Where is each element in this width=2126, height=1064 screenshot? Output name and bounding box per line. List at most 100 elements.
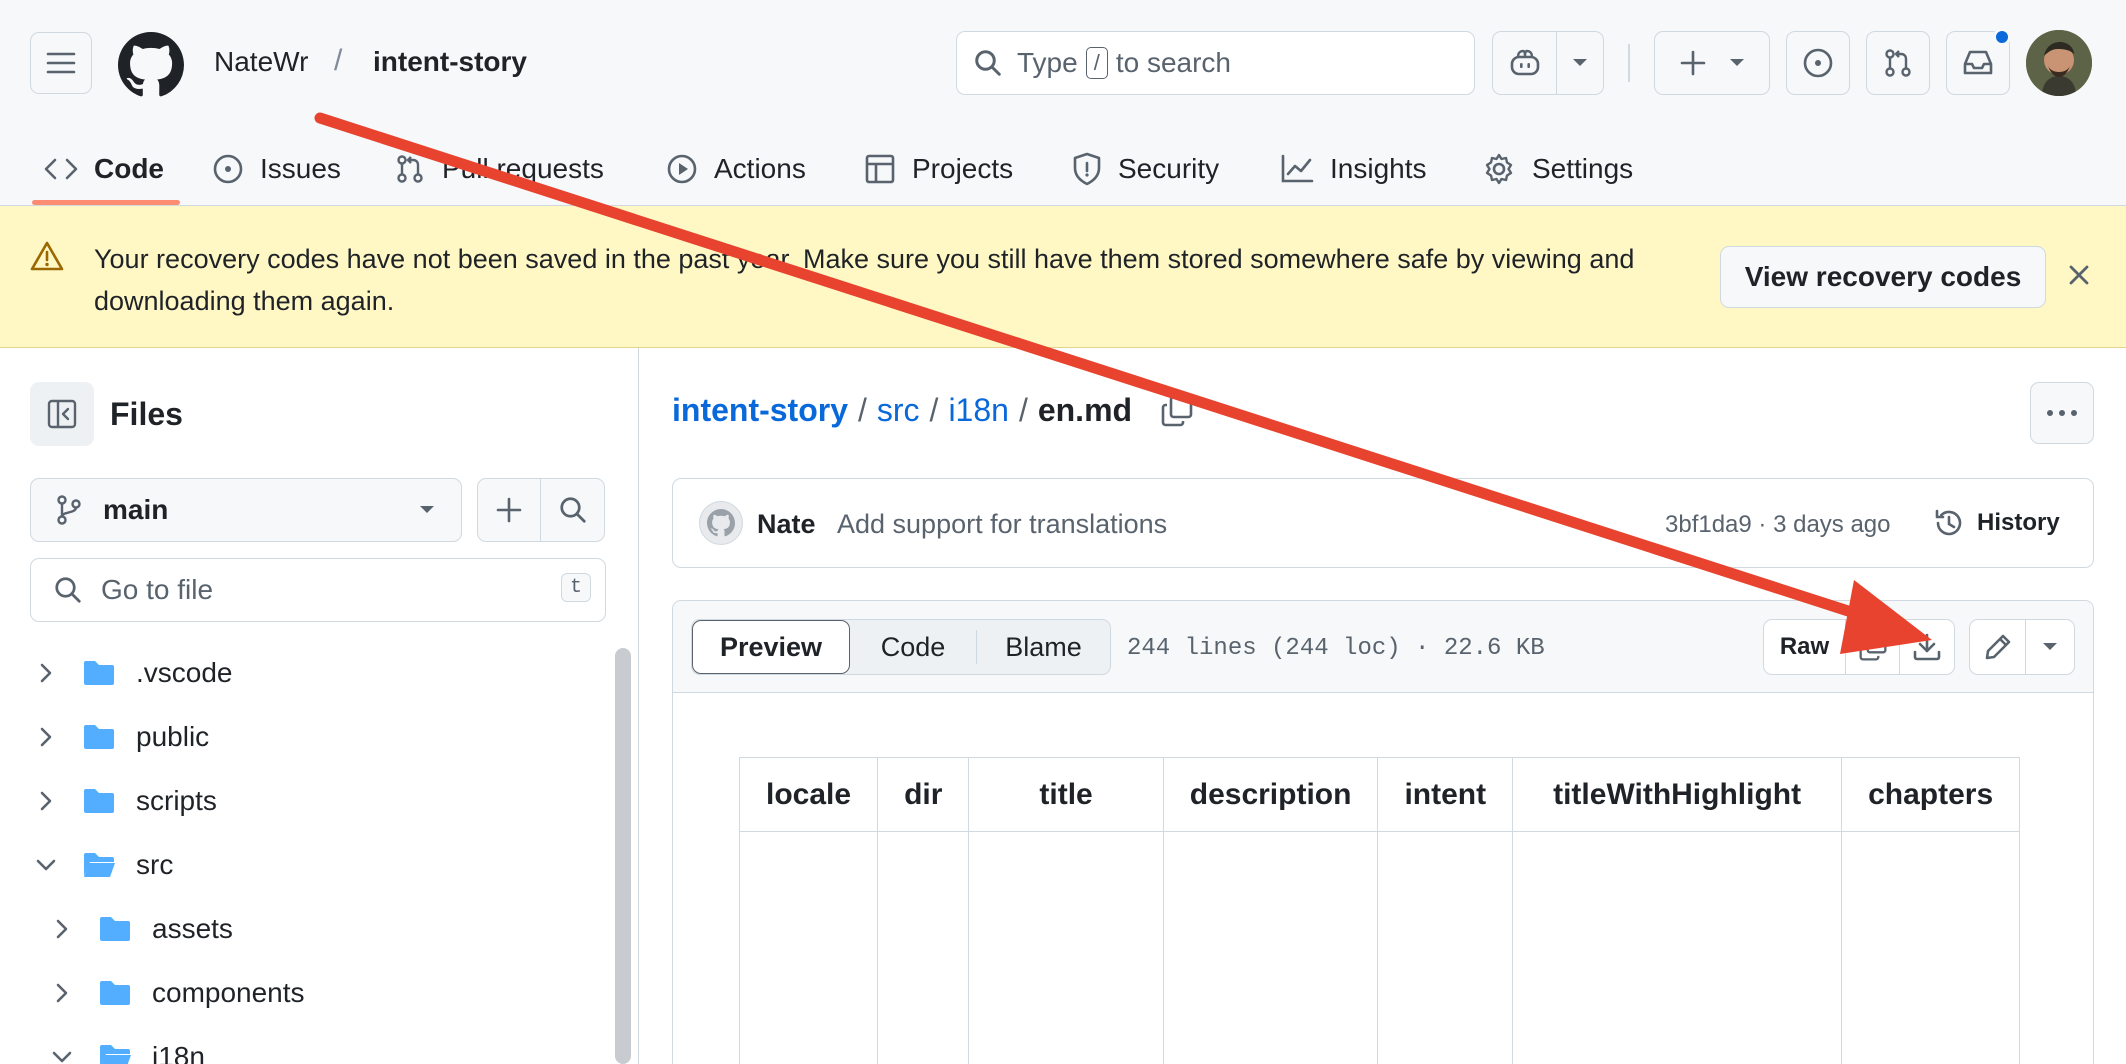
breadcrumb-root-link[interactable]: intent-story	[672, 392, 848, 429]
chevron-right-icon	[40, 663, 52, 683]
gear-icon	[1485, 153, 1513, 185]
github-mark-icon	[707, 509, 735, 537]
frontmatter-table: locale dir title description intent titl…	[739, 757, 2021, 1064]
commit-author[interactable]: Nate	[757, 509, 816, 540]
tab-settings[interactable]: Settings	[1482, 132, 1633, 206]
branch-selector[interactable]: main	[30, 478, 462, 542]
commit-sha-and-time[interactable]: 3bf1da9 · 3 days ago	[1665, 511, 1891, 539]
file-actions: Raw	[1763, 619, 1955, 675]
tree-item-public[interactable]: public	[36, 712, 209, 762]
tab-code[interactable]: Code	[44, 132, 164, 206]
preview-tab[interactable]: Preview	[692, 620, 850, 674]
view-mode-switcher: Preview Code Blame	[691, 619, 1111, 675]
tree-item-components[interactable]: components	[52, 968, 305, 1018]
folder-icon	[100, 917, 130, 941]
table-cell	[1162, 831, 1379, 1064]
tree-item-label: public	[136, 721, 210, 752]
chevron-right-icon	[40, 727, 52, 747]
tree-actions	[477, 478, 605, 542]
markdown-preview: locale dir title description intent titl…	[739, 757, 2029, 1064]
avatar[interactable]	[2026, 30, 2092, 96]
edit-options-dropdown[interactable]	[2026, 620, 2074, 674]
search-shortcut-key: /	[1085, 47, 1108, 79]
table-header: intent	[1377, 757, 1514, 832]
add-file-button[interactable]	[478, 479, 542, 541]
repo-name-link[interactable]: intent-story	[373, 46, 527, 78]
tree-item-assets[interactable]: assets	[52, 904, 233, 954]
table-cell	[1841, 831, 2021, 1064]
go-to-file-placeholder: Go to file	[101, 574, 214, 605]
pull-request-icon	[1885, 49, 1911, 77]
table-cell	[739, 831, 879, 1064]
code-tab[interactable]: Code	[850, 620, 976, 674]
table-header: titleWithHighlight	[1512, 757, 1843, 832]
close-icon[interactable]	[2062, 258, 2096, 292]
collapse-sidebar-button[interactable]	[30, 382, 94, 446]
kebab-horizontal-icon	[2047, 410, 2077, 416]
tab-insights[interactable]: Insights	[1280, 132, 1427, 206]
tree-item-label: src	[136, 849, 174, 880]
table-cell	[968, 831, 1164, 1064]
breadcrumb-i18n-link[interactable]: i18n	[948, 392, 1009, 429]
blame-tab[interactable]: Blame	[976, 630, 1110, 664]
tab-pull-requests[interactable]: Pull requests	[394, 132, 604, 206]
copilot-button[interactable]	[1492, 31, 1604, 95]
chevron-down-icon	[420, 506, 434, 513]
commit-message[interactable]: Add support for translations	[837, 509, 1167, 540]
copy-path-icon[interactable]	[1160, 394, 1194, 428]
download-raw-button[interactable]	[1900, 620, 1954, 674]
search-icon	[559, 497, 586, 523]
repo-owner-link[interactable]: NateWr	[214, 46, 308, 78]
sidebar-scrollbar[interactable]	[615, 648, 631, 1064]
tree-item-i18n[interactable]: i18n	[52, 1032, 205, 1064]
raw-button[interactable]: Raw	[1764, 620, 1846, 674]
search-icon	[55, 577, 81, 603]
edit-file-button[interactable]	[1970, 620, 2026, 674]
commit-author-avatar[interactable]	[699, 501, 743, 545]
tab-label: Projects	[912, 153, 1014, 184]
active-tab-indicator	[32, 200, 180, 205]
breadcrumb-current-file: en.md	[1037, 392, 1133, 428]
search-files-button[interactable]	[541, 479, 604, 541]
history-label: History	[1977, 509, 2060, 536]
history-icon	[1935, 509, 1962, 536]
table-cell	[1512, 831, 1843, 1064]
github-logo-icon[interactable]	[118, 32, 184, 98]
tab-label: Pull requests	[442, 153, 604, 184]
go-to-file-shortcut: t	[560, 573, 591, 602]
tab-security[interactable]: Security	[1072, 132, 1219, 206]
tree-item-vscode[interactable]: .vscode	[36, 648, 233, 698]
breadcrumb-src-link[interactable]: src	[877, 392, 920, 429]
tab-label: Actions	[714, 153, 806, 184]
table-cell	[877, 831, 970, 1064]
repo-nav-tabs: Code Issues Pull requests Actions Projec…	[0, 132, 2126, 206]
issues-button[interactable]	[1786, 31, 1850, 95]
inbox-icon	[1963, 50, 1993, 75]
folder-icon	[84, 725, 114, 749]
create-new-button[interactable]	[1654, 31, 1770, 95]
tab-projects[interactable]: Projects	[864, 132, 1013, 206]
search-suffix: to search	[1115, 47, 1231, 78]
tab-label: Security	[1118, 153, 1220, 184]
breadcrumb-separator: /	[929, 392, 939, 428]
search-input[interactable]: Type / to search	[956, 31, 1475, 95]
table-row	[739, 831, 2021, 1064]
sidebar-collapse-icon	[47, 399, 77, 429]
table-header: locale	[739, 757, 879, 832]
chevron-down-icon	[2043, 643, 2057, 650]
copy-icon	[1859, 633, 1886, 661]
view-recovery-codes-button[interactable]: View recovery codes	[1720, 246, 2046, 308]
go-to-file-input[interactable]: Go to file t	[30, 558, 606, 622]
more-options-button[interactable]	[2030, 382, 2094, 444]
pull-requests-button[interactable]	[1866, 31, 1930, 95]
history-button[interactable]: History	[1933, 503, 2060, 543]
tab-actions[interactable]: Actions	[666, 132, 806, 206]
tree-item-scripts[interactable]: scripts	[36, 776, 217, 826]
copy-raw-button[interactable]	[1846, 620, 1900, 674]
edit-actions	[1969, 619, 2075, 675]
menu-button[interactable]	[30, 32, 92, 94]
git-branch-icon	[57, 495, 81, 525]
tree-item-src[interactable]: src	[36, 840, 173, 890]
play-icon	[667, 154, 697, 184]
tab-issues[interactable]: Issues	[212, 132, 341, 206]
